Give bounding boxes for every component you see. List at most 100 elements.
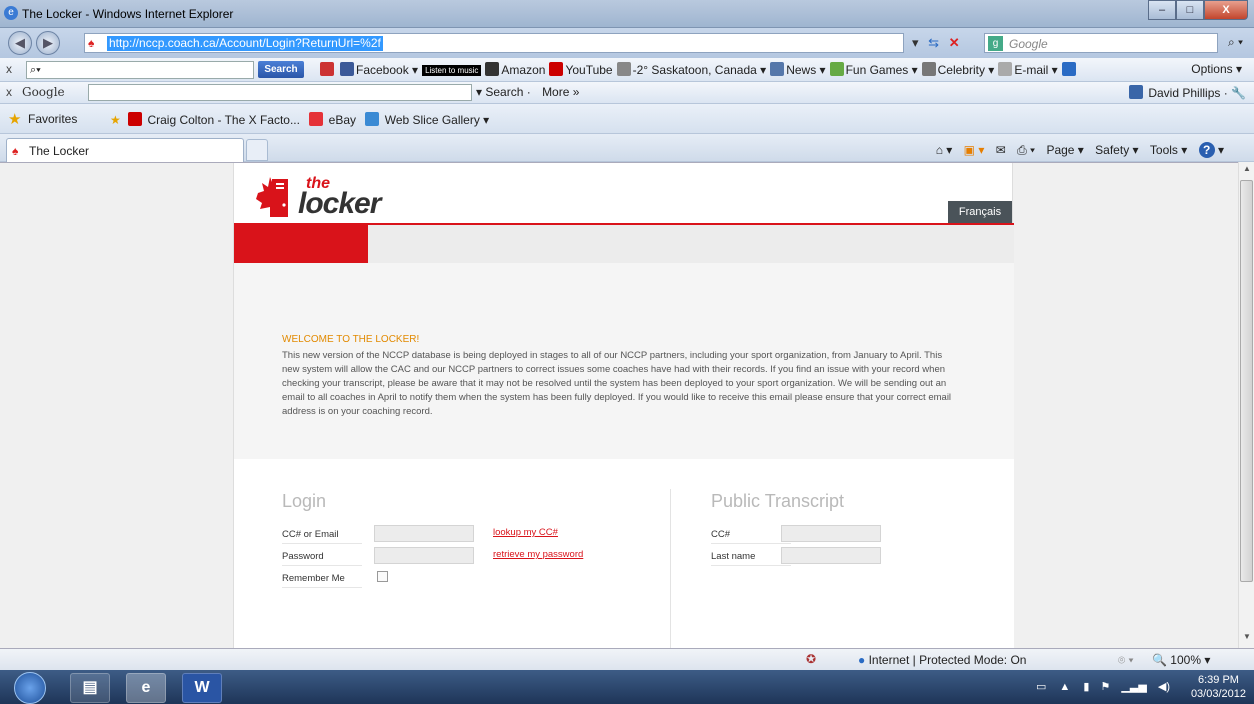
favorites-button[interactable]: Favorites: [28, 112, 77, 126]
volume-icon[interactable]: ◀): [1158, 681, 1170, 693]
user-menu[interactable]: David Phillips · 🔧: [1129, 85, 1246, 100]
google-search-input[interactable]: [88, 84, 472, 101]
popup-blocker-icon[interactable]: ✪: [806, 652, 816, 666]
avatar: [1129, 85, 1143, 99]
favorite-item-webslice[interactable]: Web Slice Gallery ▾: [385, 113, 490, 127]
locker-page: the locker Français WELCOME TO THE LOCKE…: [233, 163, 1014, 648]
windows-taskbar: ▤ e W ▭ ▲ ▮ ⚑ ▁▃▅ ◀) 6:39 PM 03/03/2012: [0, 670, 1254, 704]
window-controls: – □ X: [1148, 0, 1248, 20]
scroll-up-icon[interactable]: ▲: [1241, 164, 1253, 178]
add-favorite-icon[interactable]: ★: [110, 113, 121, 127]
flag-icon[interactable]: ⚑: [1100, 681, 1110, 693]
ask-toolbar: x ⌕▾ Search Facebook ▾ Listen to music A…: [0, 58, 1254, 82]
dropdown-arrow-icon[interactable]: ▾: [912, 35, 919, 50]
tab-the-locker[interactable]: ♠ The Locker: [6, 138, 244, 162]
window-title-bar: e The Locker - Windows Internet Explorer…: [0, 0, 1254, 28]
back-button[interactable]: ◀: [8, 31, 32, 55]
tools-menu[interactable]: Tools ▾: [1150, 143, 1187, 157]
stop-icon[interactable]: ✕: [949, 35, 960, 50]
ask-search-button[interactable]: Search: [258, 61, 304, 78]
ask-logo-icon[interactable]: [320, 62, 336, 77]
google-toolbar-logo: Google: [22, 85, 65, 99]
toolbar-item-amazon[interactable]: Amazon: [485, 62, 545, 77]
ie-icon: e: [4, 6, 18, 20]
new-tab-button[interactable]: [246, 139, 268, 161]
forward-button[interactable]: ▶: [36, 31, 60, 55]
vertical-scrollbar[interactable]: ▲ ▼: [1238, 162, 1254, 648]
address-row: ◀ ▶ ♠ http://nccp.coach.ca/Account/Login…: [0, 28, 1254, 58]
google-search-button[interactable]: Search ·: [485, 85, 530, 99]
search-icon[interactable]: ⌕ ▾: [1228, 35, 1243, 50]
close-toolbar-icon[interactable]: x: [6, 62, 12, 76]
toolbar-item-weather[interactable]: -2° Saskatoon, Canada ▾: [616, 62, 766, 77]
close-button[interactable]: X: [1204, 0, 1248, 20]
address-bar[interactable]: ♠ http://nccp.coach.ca/Account/Login?Ret…: [84, 33, 904, 53]
scroll-thumb[interactable]: [1240, 180, 1253, 582]
options-menu[interactable]: Options ▾: [1191, 62, 1242, 76]
dropdown-arrow-icon[interactable]: ▾: [1218, 143, 1224, 157]
security-zone-text: Internet | Protected Mode: On: [868, 653, 1027, 667]
ie-taskbar-icon[interactable]: e: [126, 673, 166, 703]
clock-date: 03/03/2012: [1190, 688, 1246, 700]
explorer-taskbar-icon[interactable]: ▤: [70, 673, 110, 703]
safety-menu[interactable]: Safety ▾: [1095, 143, 1138, 157]
retrieve-password-link[interactable]: retrieve my password: [493, 549, 583, 560]
locker-logo[interactable]: the locker: [254, 173, 414, 223]
menu-active-block[interactable]: [234, 225, 368, 263]
tab-favicon: ♠: [12, 144, 19, 158]
security-zone[interactable]: ● Internet | Protected Mode: On: [858, 653, 1026, 667]
language-button[interactable]: Français: [948, 201, 1012, 223]
start-button[interactable]: [14, 672, 46, 704]
favorites-star-icon[interactable]: ★: [8, 110, 21, 128]
wrench-icon[interactable]: 🔧: [1231, 86, 1246, 100]
ask-search-input[interactable]: ⌕▾: [26, 61, 254, 79]
tab-title: The Locker: [29, 144, 90, 158]
password-label: Password: [282, 551, 362, 566]
network-icon[interactable]: ▮: [1083, 681, 1089, 693]
transcript-lastname-label: Last name: [711, 551, 791, 566]
toolbar-item-facebook[interactable]: Facebook ▾: [340, 62, 418, 77]
scroll-down-icon[interactable]: ▼: [1241, 632, 1253, 646]
dropdown-arrow-icon[interactable]: ▾: [476, 85, 485, 99]
toolbar-item-news[interactable]: News ▾: [770, 62, 826, 77]
google-more-button[interactable]: More »: [542, 85, 579, 99]
keyboard-icon[interactable]: ▭: [1036, 681, 1046, 693]
toolbar-item-games[interactable]: Fun Games ▾: [829, 62, 918, 77]
print-icon[interactable]: ⎙ ▾: [1017, 143, 1035, 157]
maple-leaf-locker-icon: [256, 177, 288, 217]
system-clock[interactable]: 6:39 PM 03/03/2012: [1191, 673, 1246, 701]
toolbar-item-email[interactable]: E-mail ▾: [998, 62, 1058, 77]
site-menu-bar: [234, 225, 1014, 263]
show-hidden-icons[interactable]: ▲: [1059, 681, 1070, 693]
zoom-settings-icon[interactable]: ⌾ ▾: [1118, 653, 1134, 668]
transcript-cc-input[interactable]: [781, 525, 881, 542]
signal-icon[interactable]: ▁▃▅: [1121, 681, 1146, 693]
close-google-toolbar-icon[interactable]: x: [6, 85, 12, 99]
welcome-text: This new version of the NCCP database is…: [282, 350, 952, 417]
transcript-lastname-input[interactable]: [781, 547, 881, 564]
toolbar-item-music[interactable]: Listen to music: [422, 62, 482, 77]
zoom-level[interactable]: 🔍 100% ▾: [1152, 653, 1210, 667]
search-box[interactable]: g Google: [984, 33, 1218, 53]
toolbar-item-youtube[interactable]: YouTube: [549, 62, 613, 77]
lookup-cc-link[interactable]: lookup my CC#: [493, 527, 558, 538]
maximize-button[interactable]: □: [1176, 0, 1204, 20]
word-taskbar-icon[interactable]: W: [182, 673, 222, 703]
favorite-item-ebay[interactable]: eBay: [329, 113, 356, 127]
toolbar-item-celebrity[interactable]: Celebrity ▾: [921, 62, 994, 77]
more-icon[interactable]: [1061, 62, 1078, 77]
address-url[interactable]: http://nccp.coach.ca/Account/Login?Retur…: [107, 36, 383, 51]
help-icon[interactable]: ?: [1198, 142, 1215, 158]
feeds-icon[interactable]: ▣ ▾: [964, 143, 985, 157]
remember-me-checkbox[interactable]: [377, 571, 388, 582]
refresh-icon[interactable]: ⇆: [928, 35, 939, 50]
address-tools: ▾ ⇆ ✕: [912, 35, 960, 51]
minimize-button[interactable]: –: [1148, 0, 1176, 20]
globe-icon: ●: [858, 653, 866, 667]
favorite-item-craig[interactable]: Craig Colton - The X Facto...: [147, 113, 300, 127]
page-menu[interactable]: Page ▾: [1046, 143, 1083, 157]
mail-icon[interactable]: ✉: [996, 143, 1006, 157]
password-input[interactable]: [374, 547, 474, 564]
home-icon[interactable]: ⌂ ▾: [936, 143, 953, 157]
cc-email-input[interactable]: [374, 525, 474, 542]
